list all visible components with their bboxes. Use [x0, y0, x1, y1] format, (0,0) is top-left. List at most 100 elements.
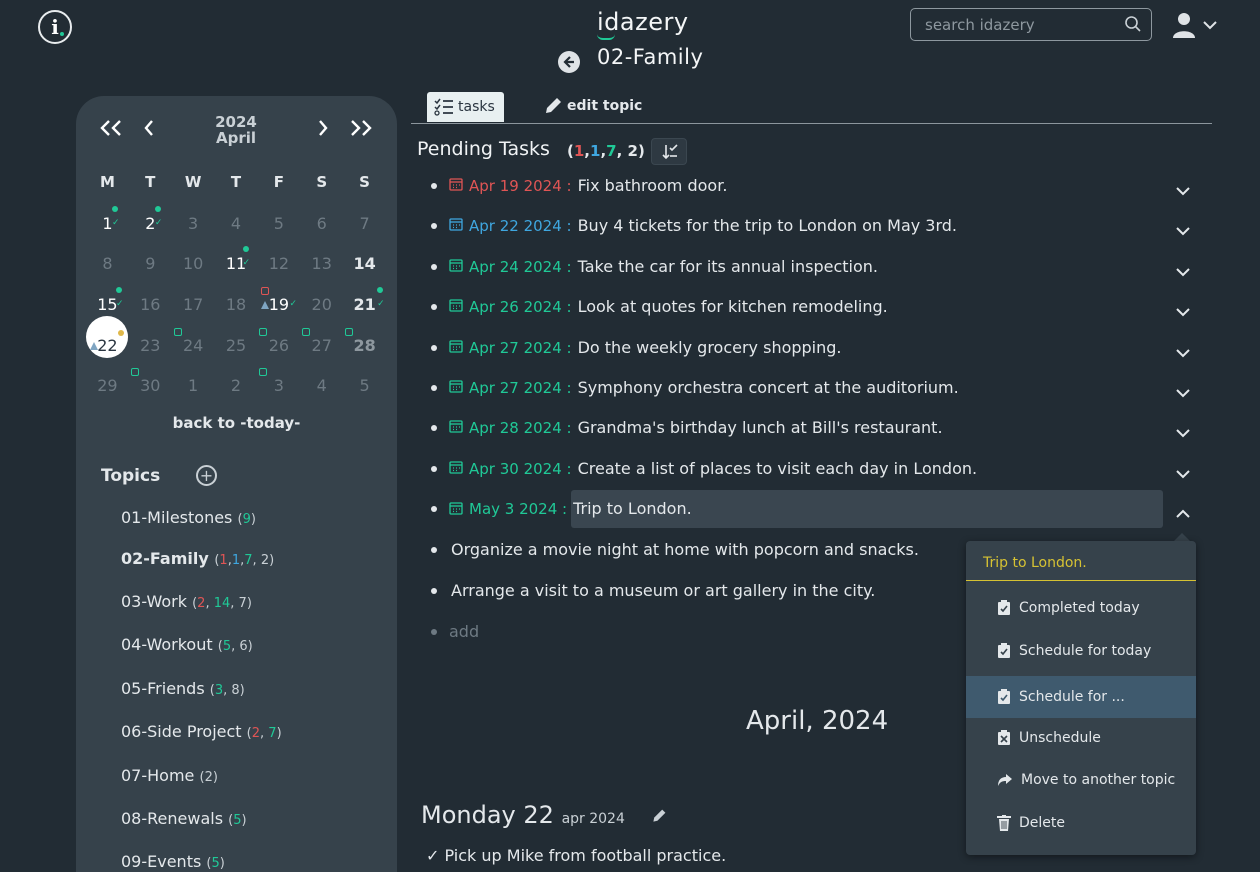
- chevron-up-icon[interactable]: [1175, 505, 1191, 524]
- calendar-day[interactable]: 11 ✓: [215, 246, 258, 273]
- calendar-day[interactable]: 1: [172, 376, 215, 395]
- reorder-tasks-button[interactable]: [651, 138, 687, 165]
- calendar-day[interactable]: 29: [86, 376, 129, 395]
- calendar-day[interactable]: 4: [215, 214, 258, 233]
- prev-month-button[interactable]: [142, 118, 156, 138]
- tab-tasks[interactable]: tasks: [427, 92, 504, 122]
- calendar-day[interactable]: 28: [343, 327, 386, 355]
- calendar-day[interactable]: 2: [215, 376, 258, 395]
- sort-check-icon: [662, 143, 678, 159]
- calendar-day[interactable]: 12: [257, 254, 300, 273]
- context-menu-title: Trip to London.: [983, 555, 1087, 571]
- weekday-label: F: [273, 173, 284, 192]
- chevron-down-icon[interactable]: [1175, 182, 1191, 201]
- topic-item[interactable]: 03-Work (2, 14, 7): [121, 592, 252, 611]
- task-row[interactable]: Apr 28 2024 : Grandma's birthday lunch at…: [431, 418, 945, 437]
- task-row-unscheduled[interactable]: Arrange a visit to a museum or art galle…: [431, 581, 877, 600]
- calendar-grid: M T W T F S S 1 ✓ 2 ✓ 3 4 5 6 7 8 9 10 11 ✓…: [86, 162, 386, 406]
- tab-edit-topic[interactable]: edit topic: [543, 96, 642, 116]
- clipboard-check-icon: [998, 643, 1010, 658]
- chevron-down-icon[interactable]: [1175, 263, 1191, 282]
- topic-item[interactable]: 08-Renewals (5): [121, 809, 247, 828]
- calendar-icon: [449, 418, 463, 437]
- calendar-day[interactable]: 26: [257, 327, 300, 355]
- chevron-down-icon[interactable]: [1175, 384, 1191, 403]
- search-input[interactable]: [910, 8, 1152, 41]
- share-arrow-icon: [998, 774, 1012, 786]
- info-button[interactable]: i: [38, 10, 72, 44]
- task-row[interactable]: May 3 2024 : Trip to London.: [431, 490, 1164, 528]
- calendar-day[interactable]: 10: [172, 254, 215, 273]
- calendar-day[interactable]: 21 ✓: [343, 286, 386, 314]
- calendar-day[interactable]: 24: [172, 327, 215, 355]
- task-row[interactable]: Apr 26 2024 : Look at quotes for kitchen …: [431, 297, 890, 316]
- clipboard-check-icon: [998, 600, 1010, 615]
- topic-item[interactable]: 09-Events (5): [121, 852, 225, 871]
- calendar-day[interactable]: 14: [343, 254, 386, 273]
- day-task[interactable]: ✓ Pick up Mike from football practice.: [426, 846, 726, 865]
- calendar-day[interactable]: 30: [129, 368, 172, 395]
- task-row[interactable]: Apr 24 2024 : Take the car for its annual…: [431, 257, 880, 276]
- calendar-day[interactable]: 2 ✓: [129, 205, 172, 233]
- calendar-week: 1 ✓ 2 ✓ 3 4 5 6 7: [86, 203, 386, 244]
- add-topic-icon[interactable]: +: [196, 465, 217, 486]
- task-row[interactable]: Apr 19 2024 : Fix bathroom door.: [431, 176, 729, 195]
- calendar-day[interactable]: 8: [86, 254, 129, 273]
- calendar-day[interactable]: 3: [172, 214, 215, 233]
- topic-item[interactable]: 06-Side Project (2, 7): [121, 722, 282, 741]
- calendar-day[interactable]: 5: [257, 214, 300, 233]
- next-month-button[interactable]: [316, 118, 330, 138]
- chevron-down-icon[interactable]: [1175, 222, 1191, 241]
- task-row-unscheduled[interactable]: Organize a movie night at home with popc…: [431, 540, 921, 559]
- topic-item-active[interactable]: 02-Family (1,1,7, 2): [121, 549, 274, 568]
- calendar-day[interactable]: 1 ✓: [86, 205, 129, 233]
- add-task-input[interactable]: add: [431, 622, 479, 641]
- calendar-day[interactable]: 18: [215, 295, 258, 314]
- menu-move-topic[interactable]: Move to another topic: [966, 759, 1196, 801]
- calendar-day[interactable]: 16: [129, 295, 172, 314]
- calendar-day[interactable]: 25: [215, 336, 258, 355]
- topic-item[interactable]: 05-Friends (3, 8): [121, 679, 245, 698]
- chevron-down-icon[interactable]: [1175, 465, 1191, 484]
- calendar-day[interactable]: 13: [300, 254, 343, 273]
- task-row[interactable]: Apr 22 2024 : Buy 4 tickets for the trip …: [431, 216, 959, 235]
- user-menu[interactable]: [1170, 11, 1218, 39]
- topic-item[interactable]: 04-Workout (5, 6): [121, 635, 253, 654]
- topic-item[interactable]: 01-Milestones (9): [121, 508, 256, 527]
- calendar-week: 15 ✓ 16 17 18 19 ✓ 20 21 ✓: [86, 284, 386, 325]
- task-row[interactable]: Apr 27 2024 : Do the weekly grocery shopp…: [431, 338, 844, 357]
- task-row[interactable]: Apr 27 2024 : Symphony orchestra concert …: [431, 378, 961, 397]
- menu-schedule-today[interactable]: Schedule for today: [966, 630, 1196, 672]
- calendar-day-today[interactable]: 22: [86, 315, 129, 358]
- search-icon[interactable]: [1124, 15, 1142, 37]
- calendar-day[interactable]: 19 ✓: [257, 286, 300, 314]
- back-to-today-link[interactable]: back to -today-: [76, 414, 397, 432]
- chevron-down-icon: [1203, 21, 1217, 30]
- menu-schedule-for[interactable]: Schedule for ...: [966, 676, 1196, 718]
- chevron-down-icon[interactable]: [1175, 344, 1191, 363]
- calendar-day[interactable]: 9: [129, 254, 172, 273]
- prev-year-button[interactable]: [98, 118, 124, 138]
- calendar-day[interactable]: 17: [172, 295, 215, 314]
- calendar-day[interactable]: 27: [300, 327, 343, 355]
- calendar-day[interactable]: 6: [300, 214, 343, 233]
- chevron-down-icon[interactable]: [1175, 303, 1191, 322]
- edit-day-icon[interactable]: [651, 808, 667, 828]
- calendar-day[interactable]: 5: [343, 376, 386, 395]
- menu-unschedule[interactable]: Unschedule: [966, 717, 1196, 759]
- task-row[interactable]: Apr 30 2024 : Create a list of places to …: [431, 459, 979, 478]
- menu-completed-today[interactable]: Completed today: [966, 587, 1196, 629]
- topic-item[interactable]: 07-Home (2): [121, 766, 218, 785]
- task-date: Apr 19 2024 :: [469, 176, 572, 195]
- chevron-down-icon[interactable]: [1175, 424, 1191, 443]
- back-arrow-icon[interactable]: [558, 51, 580, 73]
- calendar-day[interactable]: 7: [343, 214, 386, 233]
- next-year-button[interactable]: [348, 118, 374, 138]
- task-text: Fix bathroom door.: [577, 176, 728, 195]
- calendar-day[interactable]: 23: [129, 336, 172, 355]
- calendar-day[interactable]: 3: [257, 368, 300, 395]
- calendar-day[interactable]: 4: [300, 376, 343, 395]
- calendar-day[interactable]: 15 ✓: [86, 286, 129, 314]
- menu-delete[interactable]: Delete: [966, 802, 1196, 844]
- calendar-day[interactable]: 20: [300, 295, 343, 314]
